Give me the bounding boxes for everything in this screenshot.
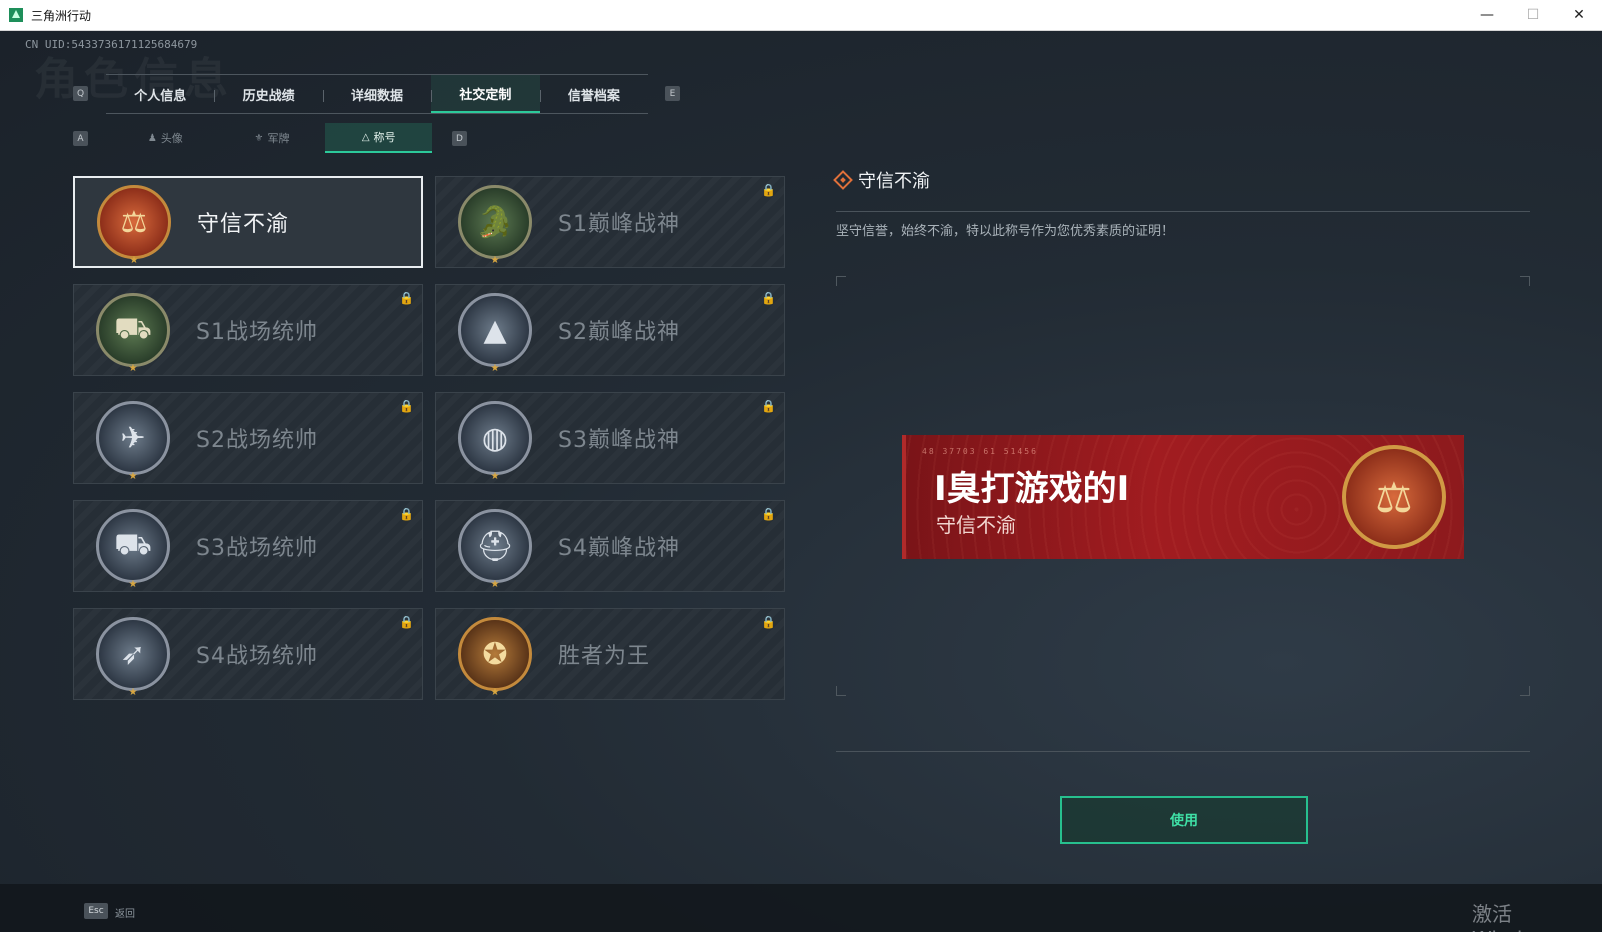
- lock-icon: 🔒: [399, 507, 414, 521]
- banner-player-name: I臭打游戏的I: [934, 469, 1130, 509]
- subtab-dogtag[interactable]: ⚜ 军牌: [219, 123, 326, 153]
- lock-icon: 🔒: [761, 615, 776, 629]
- title-card[interactable]: ⚖ 守信不渝: [73, 176, 423, 268]
- divider: [836, 211, 1530, 212]
- title-card-name: S4巅峰战神: [558, 536, 680, 561]
- tab-detailed-data[interactable]: 详细数据: [322, 75, 431, 113]
- helicopter-medal-icon: ✈: [96, 401, 170, 482]
- person-icon: ♟: [147, 132, 157, 144]
- lock-icon: 🔒: [761, 291, 776, 305]
- subtab-avatar[interactable]: ♟ 头像: [112, 123, 219, 153]
- scales-medal-icon: ⚖: [1342, 445, 1446, 549]
- title-banner-preview: 48 37703 61 51456 I臭打游戏的I 守信不渝 ⚖: [902, 435, 1464, 559]
- triangle-icon: △: [361, 131, 370, 143]
- window-title: 三角洲行动: [31, 8, 92, 23]
- minimize-button[interactable]: —: [1464, 0, 1510, 30]
- windows-activation-watermark: 激活 Windows: [1472, 902, 1561, 932]
- subtab-dogtag-label: 军牌: [267, 132, 290, 145]
- tank-medal-icon: ⛟: [96, 293, 170, 374]
- game-screen: 角色信息 CN UID:5433736171125684679 Q 个人信息 历…: [0, 31, 1602, 932]
- detail-title-text: 守信不渝: [858, 171, 930, 192]
- detail-title: 守信不渝: [833, 167, 930, 193]
- panel-corner: [1520, 686, 1530, 696]
- subtab-title-label: 称号: [373, 131, 396, 144]
- title-card-name: 胜者为王: [558, 644, 651, 669]
- maximize-button[interactable]: ☐: [1510, 0, 1556, 30]
- panel-corner: [836, 686, 846, 696]
- title-card-name: S2巅峰战神: [558, 320, 680, 345]
- title-card-name: 守信不渝: [197, 212, 290, 237]
- title-card-name: S3巅峰战神: [558, 428, 680, 453]
- prev-tab-key-hint[interactable]: Q: [73, 86, 88, 101]
- title-card[interactable]: ⛑ S4巅峰战神 🔒: [435, 500, 785, 592]
- title-card-name: S3战场统帅: [196, 536, 318, 561]
- lock-icon: 🔒: [761, 399, 776, 413]
- title-card[interactable]: ➶ S4战场统帅 🔒: [73, 608, 423, 700]
- banner-title: 守信不渝: [936, 513, 1016, 537]
- divider: [836, 751, 1530, 752]
- lock-icon: 🔒: [761, 183, 776, 197]
- title-card[interactable]: ⛟ S1战场统帅 🔒: [73, 284, 423, 376]
- next-tab-key-hint[interactable]: E: [665, 86, 680, 101]
- title-card-name: S4战场统帅: [196, 644, 318, 669]
- globe-medal-icon: ◍: [458, 401, 532, 482]
- app-logo-icon: [9, 8, 23, 22]
- subtab-title[interactable]: △ 称号: [325, 123, 433, 153]
- detail-description: 坚守信誉，始终不渝，特以此称号作为您优秀素质的证明！: [836, 224, 1175, 239]
- close-button[interactable]: ✕: [1556, 0, 1602, 30]
- banner-code: 48 37703 61 51456: [922, 447, 1038, 456]
- use-button[interactable]: 使用: [1060, 796, 1308, 844]
- title-card-name: S1战场统帅: [196, 320, 318, 345]
- armored-vehicle-medal-icon: ⛟: [96, 509, 170, 590]
- scales-medal-icon: ⚖: [97, 185, 171, 266]
- pyramid-medal-icon: ▲: [458, 293, 532, 374]
- main-tabs: 个人信息 历史战绩 详细数据 社交定制 信誉档案: [106, 74, 648, 114]
- missile-medal-icon: ➶: [96, 617, 170, 698]
- panel-corner: [836, 276, 846, 286]
- footer-bar: [0, 884, 1602, 932]
- title-card[interactable]: ◍ S3巅峰战神 🔒: [435, 392, 785, 484]
- title-card-name: S2战场统帅: [196, 428, 318, 453]
- esc-key-hint[interactable]: Esc: [84, 903, 108, 919]
- tab-personal-info[interactable]: 个人信息: [106, 75, 214, 113]
- tab-reputation-file[interactable]: 信誉档案: [539, 75, 648, 113]
- helmet-medal-icon: ⛑: [458, 509, 532, 590]
- sub-tabs: ♟ 头像 ⚜ 军牌 △ 称号: [112, 123, 433, 153]
- diamond-icon: [833, 170, 853, 190]
- lock-icon: 🔒: [761, 507, 776, 521]
- window-titlebar: 三角洲行动 — ☐ ✕: [0, 0, 1602, 31]
- back-label[interactable]: 返回: [115, 905, 135, 920]
- uid-label: CN UID:5433736171125684679: [25, 38, 198, 51]
- prev-subtab-key-hint[interactable]: A: [73, 131, 88, 146]
- lock-icon: 🔒: [399, 291, 414, 305]
- badge-icon: ⚜: [254, 132, 264, 144]
- lock-icon: 🔒: [399, 399, 414, 413]
- lock-icon: 🔒: [399, 615, 414, 629]
- medal-star-icon: ✪: [458, 617, 532, 698]
- subtab-avatar-label: 头像: [160, 132, 183, 145]
- title-card[interactable]: ⛟ S3战场统帅 🔒: [73, 500, 423, 592]
- title-card[interactable]: ✈ S2战场统帅 🔒: [73, 392, 423, 484]
- title-card[interactable]: ✪ 胜者为王 🔒: [435, 608, 785, 700]
- title-card-name: S1巅峰战神: [558, 212, 680, 237]
- title-card[interactable]: 🐊 S1巅峰战神 🔒: [435, 176, 785, 268]
- panel-corner: [1520, 276, 1530, 286]
- crocodile-medal-icon: 🐊: [458, 185, 532, 266]
- next-subtab-key-hint[interactable]: D: [452, 131, 467, 146]
- tab-social-custom[interactable]: 社交定制: [431, 75, 540, 113]
- tab-match-history[interactable]: 历史战绩: [214, 75, 322, 113]
- title-card[interactable]: ▲ S2巅峰战神 🔒: [435, 284, 785, 376]
